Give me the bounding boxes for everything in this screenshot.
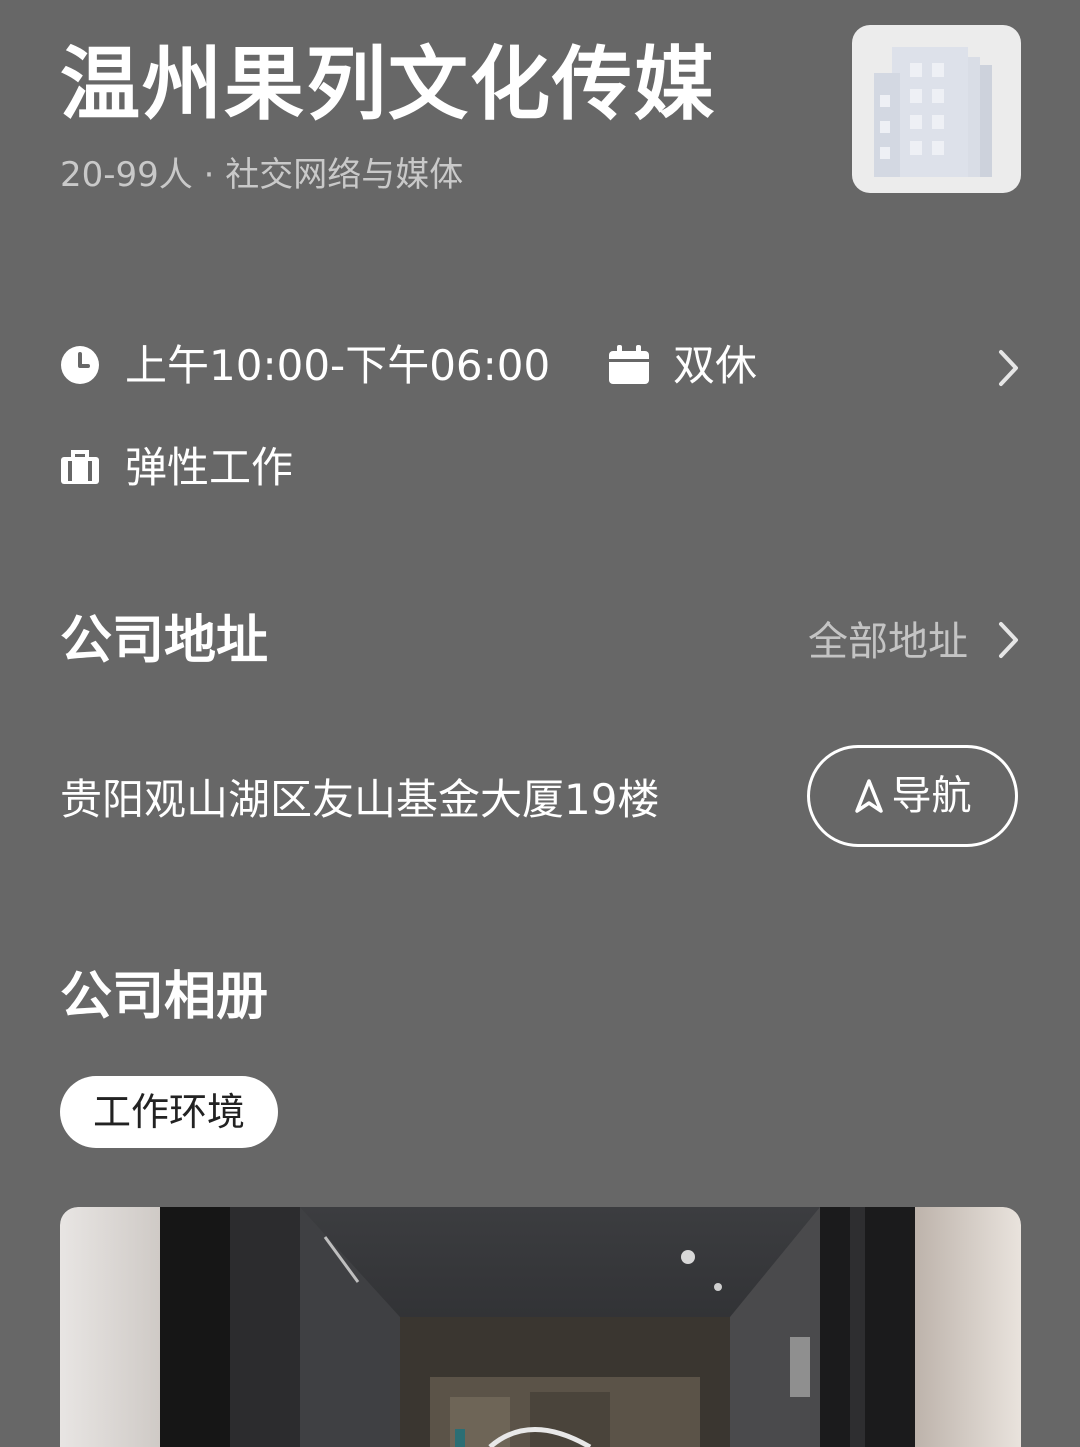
all-address-link[interactable]: 全部地址 bbox=[808, 612, 968, 672]
clock-icon bbox=[61, 346, 99, 384]
navigate-button[interactable]: 导航 bbox=[807, 745, 1018, 847]
navigate-button-label: 导航 bbox=[891, 773, 972, 819]
album-tag-label: 工作环境 bbox=[92, 1090, 245, 1134]
album-tag-work-environment[interactable]: 工作环境 bbox=[60, 1076, 278, 1148]
building-icon bbox=[874, 47, 992, 177]
company-logo bbox=[852, 25, 1021, 193]
weekend-policy: 双休 bbox=[673, 341, 758, 390]
chevron-right-icon[interactable] bbox=[996, 620, 1022, 660]
calendar-icon bbox=[609, 345, 649, 384]
work-mode: 弹性工作 bbox=[125, 443, 294, 492]
album-photo[interactable] bbox=[60, 1207, 1021, 1447]
section-title-address: 公司地址 bbox=[60, 611, 269, 671]
chevron-right-icon[interactable] bbox=[996, 348, 1022, 388]
office-hallway-photo bbox=[60, 1207, 1021, 1447]
company-meta: 20-99人 · 社交网络与媒体 bbox=[60, 155, 464, 195]
briefcase-icon bbox=[61, 450, 99, 484]
work-hours: 上午10:00-下午06:00 bbox=[125, 341, 551, 390]
company-name: 温州果列文化传媒 bbox=[60, 38, 716, 131]
company-address: 贵阳观山湖区友山基金大厦19楼 bbox=[60, 775, 660, 824]
navigation-arrow-icon bbox=[854, 779, 883, 813]
section-title-album: 公司相册 bbox=[60, 967, 269, 1027]
